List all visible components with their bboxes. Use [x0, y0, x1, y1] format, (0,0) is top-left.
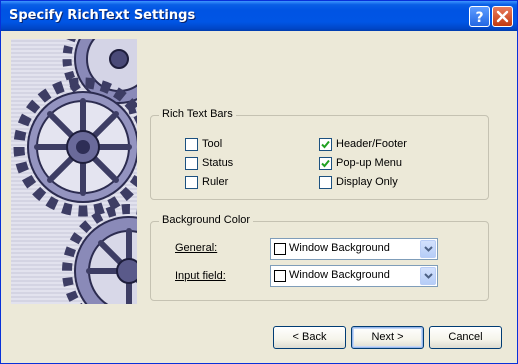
gears-illustration [11, 39, 137, 304]
svg-text:?: ? [475, 10, 483, 26]
checkmark-icon [321, 140, 330, 149]
status-checkbox-box[interactable] [185, 157, 198, 170]
ruler-checkbox-label: Ruler [202, 176, 229, 188]
input-field-color-value: Window Background [289, 269, 390, 281]
tool-checkbox-box[interactable] [185, 138, 198, 151]
next-button[interactable]: Next > [351, 326, 424, 349]
status-checkbox-label: Status [202, 157, 234, 169]
popup-menu-checkbox-label: Pop-up Menu [336, 157, 403, 169]
close-button[interactable] [492, 6, 513, 27]
input-field-color-select[interactable]: Window Background [270, 265, 438, 287]
display-only-checkbox-box[interactable] [319, 176, 332, 189]
dialog-window: Specify RichText Settings ? Rich Text Ba… [0, 0, 518, 364]
input-field-color-swatch [274, 270, 286, 282]
general-dropdown-button[interactable] [420, 240, 436, 258]
window-title: Specify RichText Settings [9, 8, 196, 23]
back-button[interactable]: < Back [273, 326, 346, 349]
chevron-down-icon [424, 273, 433, 279]
checkmark-icon [321, 159, 330, 168]
general-color-swatch [274, 243, 286, 255]
close-icon [496, 10, 509, 23]
cancel-button[interactable]: Cancel [429, 326, 502, 349]
header-footer-checkbox-box[interactable] [319, 138, 332, 151]
popup-menu-checkbox-box[interactable] [319, 157, 332, 170]
general-label-text: General: [175, 242, 218, 254]
rich-text-bars-group: Rich Text Bars Tool Status Ruler Header/… [150, 108, 489, 200]
help-icon: ? [475, 10, 483, 26]
general-color-value: Window Background [289, 242, 390, 254]
ruler-checkbox-box[interactable] [185, 176, 198, 189]
general-color-select[interactable]: Window Background [270, 238, 438, 260]
header-footer-checkbox-label: Header/Footer [336, 138, 407, 150]
background-color-legend: Background Color [159, 214, 254, 226]
help-button[interactable]: ? [469, 6, 490, 27]
input-field-dropdown-button[interactable] [420, 267, 436, 285]
general-label: General: [175, 242, 217, 254]
display-only-checkbox-label: Display Only [336, 176, 398, 188]
title-bar[interactable]: Specify RichText Settings ? [1, 1, 517, 31]
input-field-label: Input field: [175, 270, 226, 282]
input-field-label-text: Input field: [175, 270, 226, 282]
chevron-down-icon [424, 246, 433, 252]
background-color-group: Background Color General: Window Backgro… [150, 214, 489, 301]
rich-text-bars-legend: Rich Text Bars [159, 108, 236, 120]
tool-checkbox-label: Tool [202, 138, 223, 150]
